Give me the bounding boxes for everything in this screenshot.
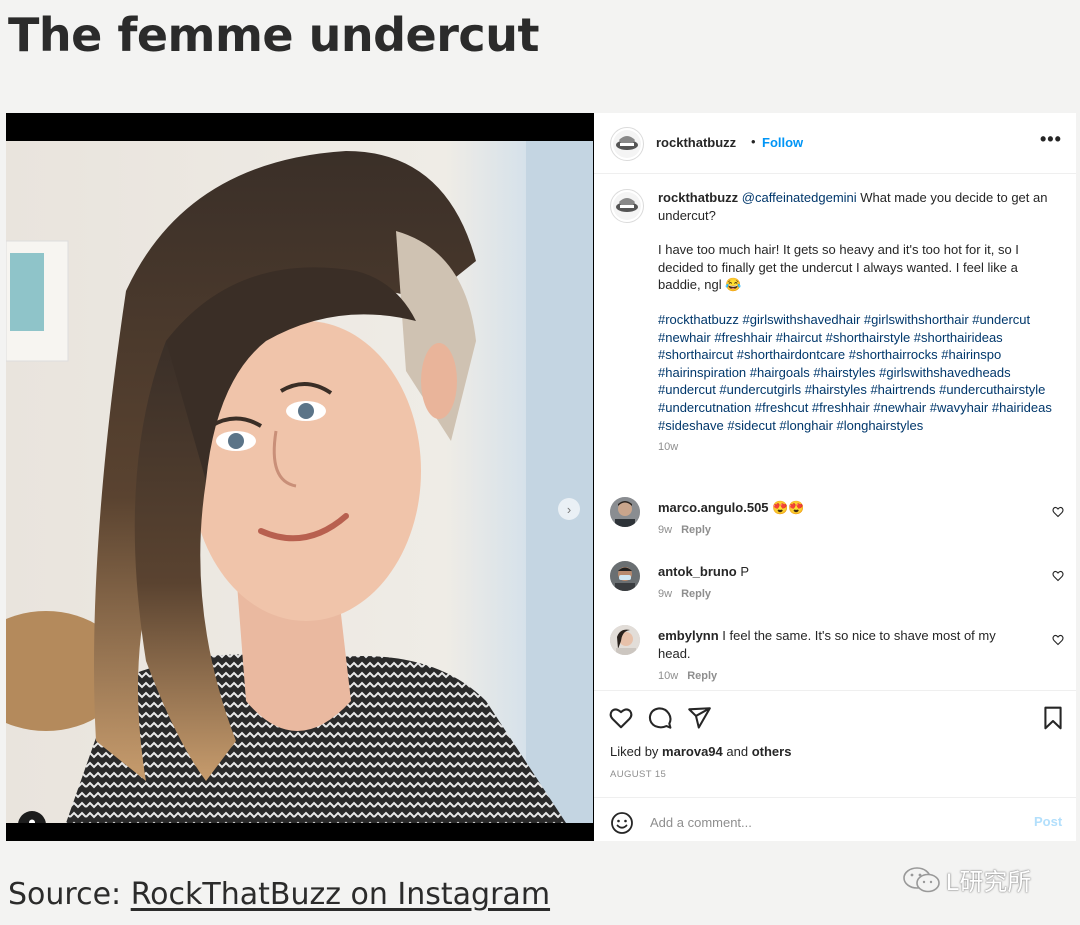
wechat-icon: [903, 866, 940, 892]
caption-first-line: rockthatbuzz @caffeinatedgemini What mad…: [658, 189, 1056, 224]
source-prefix: Source:: [8, 877, 131, 912]
like-comment-heart-icon[interactable]: [1052, 570, 1064, 582]
person-icon: [29, 819, 35, 823]
commenter-avatar[interactable]: [610, 561, 640, 591]
comment-username[interactable]: marco.angulo.505: [658, 500, 769, 515]
comment-text: antok_bruno P: [658, 563, 1026, 581]
source-link[interactable]: RockThatBuzz on Instagram: [131, 877, 550, 912]
caption-username[interactable]: rockthatbuzz: [658, 190, 738, 205]
reply-button[interactable]: Reply: [681, 588, 711, 600]
save-bookmark-icon[interactable]: [1040, 705, 1066, 731]
watermark: L研究所: [902, 862, 1031, 897]
caption-avatar[interactable]: [610, 189, 644, 223]
separator-dot: •: [751, 134, 756, 149]
add-comment-row: Post: [594, 797, 1076, 842]
liked-by-and: and: [722, 744, 752, 759]
post-side-panel: rockthatbuzz • Follow ••• rockthatbuzz @…: [594, 113, 1076, 841]
comment-body: 😍😍: [768, 500, 805, 515]
rockthatbuzz-logo-icon: [613, 130, 641, 158]
comment-text: marco.angulo.505 😍😍: [658, 499, 1026, 517]
liked-by-user[interactable]: marova94: [662, 744, 723, 759]
liked-by-others[interactable]: others: [752, 744, 792, 759]
comment-time: 9w: [658, 524, 673, 536]
comment-username[interactable]: antok_bruno: [658, 564, 737, 579]
page-title: The femme undercut: [8, 8, 539, 62]
profile-avatar[interactable]: [610, 127, 644, 161]
comment-username[interactable]: embylynn: [658, 628, 719, 643]
commenter-avatar[interactable]: [610, 625, 640, 655]
watermark-text: L研究所: [946, 869, 1032, 896]
share-icon[interactable]: [686, 705, 712, 731]
heart-icon[interactable]: [608, 705, 634, 731]
comment-input[interactable]: [648, 810, 1022, 834]
post-actions: Liked by marova94 and others AUGUST 15: [594, 690, 1076, 801]
more-options-button[interactable]: •••: [1040, 129, 1062, 150]
selfie-photo: [6, 141, 593, 823]
liked-by: Liked by marova94 and others: [610, 744, 791, 759]
caption-mention[interactable]: @caffeinatedgemini: [742, 190, 857, 205]
header-username[interactable]: rockthatbuzz: [656, 135, 736, 150]
comment-text: embylynn I feel the same. It's so nice t…: [658, 627, 1026, 662]
commenter-avatar[interactable]: [610, 497, 640, 527]
comment-meta: 9w Reply: [658, 524, 711, 536]
next-photo-button[interactable]: ›: [558, 498, 580, 520]
comment-time: 9w: [658, 588, 673, 600]
reply-button[interactable]: Reply: [681, 524, 711, 536]
caption-body: I have too much hair! It gets so heavy a…: [658, 242, 1019, 293]
post-comment-button[interactable]: Post: [1034, 814, 1062, 829]
rockthatbuzz-logo-icon: [613, 192, 641, 220]
caption-hashtags[interactable]: #rockthatbuzz #girlswithshavedhair #girl…: [658, 311, 1056, 434]
post-caption: rockthatbuzz @caffeinatedgemini What mad…: [658, 189, 1056, 457]
like-comment-heart-icon[interactable]: [1052, 506, 1064, 518]
comment-body: P: [736, 564, 750, 579]
reply-button[interactable]: Reply: [687, 670, 717, 682]
avatar-photo-icon: [610, 625, 640, 655]
post-date: AUGUST 15: [610, 769, 667, 780]
post-header: rockthatbuzz • Follow •••: [594, 113, 1076, 174]
post-photo[interactable]: ›: [6, 141, 593, 823]
comment-icon[interactable]: [647, 705, 673, 731]
liked-by-prefix: Liked by: [610, 744, 663, 759]
comment-meta: 9w Reply: [658, 588, 711, 600]
instagram-embed: › rockthatbuzz • Follow ••• rockthatbuzz…: [6, 113, 1076, 841]
like-comment-heart-icon[interactable]: [1052, 634, 1064, 646]
comment-meta: 10w Reply: [658, 670, 717, 682]
avatar-photo-icon: [610, 561, 640, 591]
emoji-icon[interactable]: [610, 811, 634, 835]
caption-timestamp: 10w: [658, 441, 679, 454]
follow-button[interactable]: Follow: [762, 135, 803, 150]
source-caption: Source: RockThatBuzz on Instagram: [8, 877, 550, 912]
avatar-photo-icon: [610, 497, 640, 527]
comment-time: 10w: [658, 670, 679, 682]
